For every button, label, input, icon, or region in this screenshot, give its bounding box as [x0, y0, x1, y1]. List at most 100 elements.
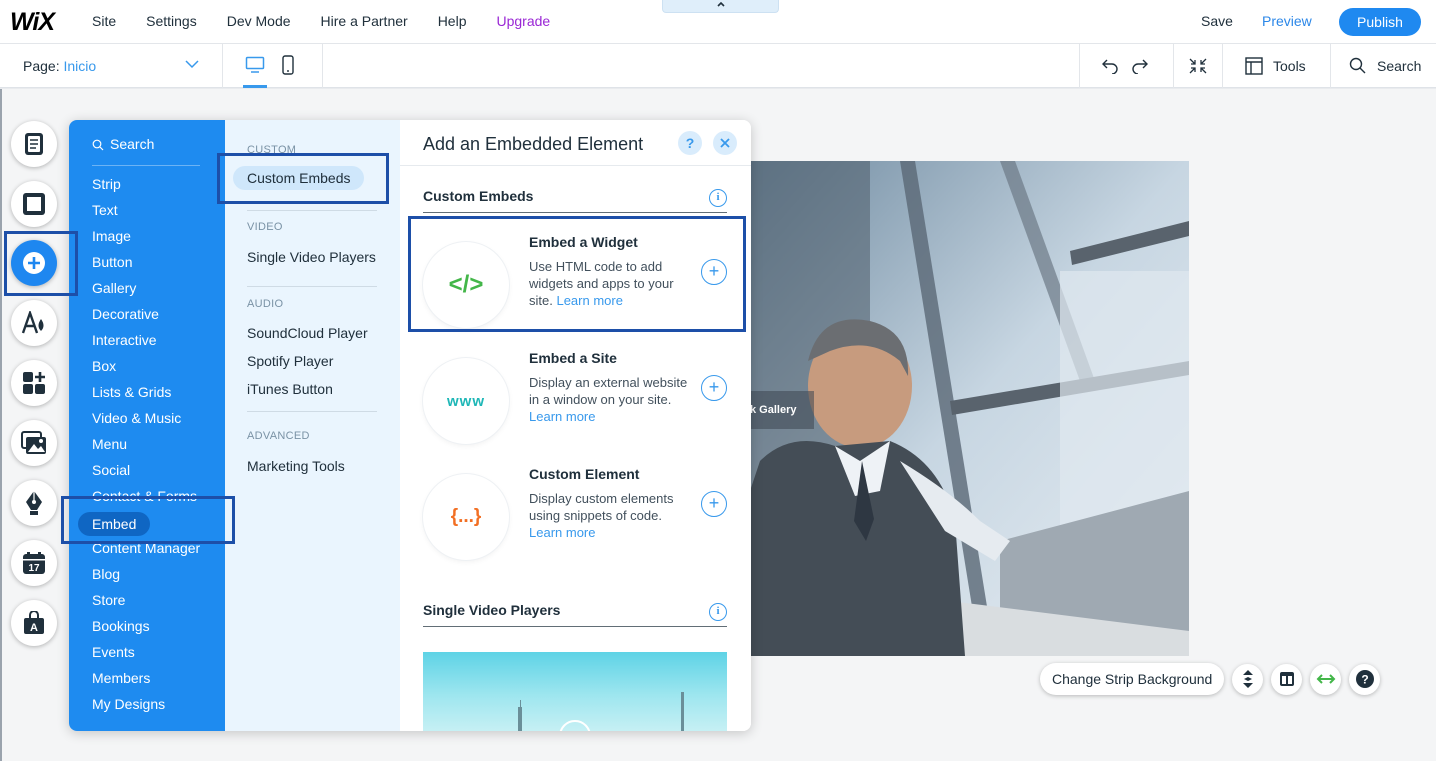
embed-site-title: Embed a Site	[529, 350, 617, 366]
add-embed-widget-button[interactable]: +	[701, 259, 727, 285]
top-bar: WiX Site Settings Dev Mode Hire a Partne…	[0, 0, 1436, 44]
video-player-thumbnail[interactable]	[423, 652, 727, 731]
stretch-button[interactable]	[1310, 663, 1342, 695]
marketing-tools-item[interactable]: Marketing Tools	[247, 458, 345, 474]
menu-upgrade[interactable]: Upgrade	[496, 13, 550, 29]
divider	[1330, 44, 1331, 88]
search-button[interactable]: Search	[1349, 57, 1421, 74]
category-interactive[interactable]: Interactive	[92, 330, 200, 356]
category-text[interactable]: Text	[92, 200, 200, 226]
store-button[interactable]: A	[11, 600, 57, 646]
code-icon: </>	[423, 242, 509, 328]
category-members[interactable]: Members	[92, 668, 200, 694]
category-list: Strip Text Image Button Gallery Decorati…	[78, 174, 200, 720]
spotify-player-item[interactable]: Spotify Player	[247, 353, 333, 369]
preview-button[interactable]: Preview	[1262, 13, 1312, 29]
code-icon-glyph: </>	[448, 271, 484, 298]
desktop-icon[interactable]	[245, 56, 265, 74]
category-video-music[interactable]: Video & Music	[92, 408, 200, 434]
strip-actions: Change Strip Background ?	[1040, 663, 1388, 695]
layers-button[interactable]	[1232, 663, 1264, 695]
category-decorative[interactable]: Decorative	[92, 304, 200, 330]
media-button[interactable]	[11, 420, 57, 466]
custom-element-learn-more[interactable]: Learn more	[529, 525, 595, 540]
panel-close-button[interactable]	[713, 131, 737, 155]
panel-title: Add an Embedded Element	[423, 134, 644, 154]
wix-logo[interactable]: WiX	[10, 8, 55, 37]
embed-site-learn-more[interactable]: Learn more	[529, 409, 595, 424]
single-video-players-item[interactable]: Single Video Players	[247, 249, 376, 265]
custom-embeds-item[interactable]: Custom Embeds	[233, 166, 365, 190]
divider	[400, 165, 751, 166]
www-icon-glyph: www	[446, 392, 485, 410]
bookings-day: 17	[28, 563, 40, 574]
redo-icon[interactable]	[1131, 58, 1149, 74]
menu-hire-partner[interactable]: Hire a Partner	[321, 13, 408, 29]
category-embed[interactable]: Embed	[78, 512, 200, 538]
panel-search[interactable]: Search	[92, 136, 200, 166]
office-man-image	[750, 161, 1189, 656]
category-content-manager[interactable]: Content Manager	[92, 538, 200, 564]
search-label: Search	[1377, 57, 1422, 74]
zoom-out-icon[interactable]	[1188, 57, 1208, 75]
add-embed-site-button[interactable]: +	[701, 375, 727, 401]
menu-settings[interactable]: Settings	[146, 13, 197, 29]
save-button[interactable]: Save	[1201, 13, 1233, 29]
mobile-icon[interactable]	[282, 55, 294, 75]
category-menu[interactable]: Menu	[92, 434, 200, 460]
undo-icon[interactable]	[1101, 58, 1119, 74]
custom-element-item[interactable]: {...} Custom Element Display custom elem…	[423, 466, 733, 566]
publish-button[interactable]: Publish	[1339, 8, 1421, 36]
category-button[interactable]: Button	[92, 252, 200, 278]
pages-button[interactable]	[11, 121, 57, 167]
menu-dev-mode[interactable]: Dev Mode	[227, 13, 291, 29]
add-button[interactable]	[11, 240, 57, 286]
category-box[interactable]: Box	[92, 356, 200, 382]
category-image[interactable]: Image	[92, 226, 200, 252]
strip-background-photo[interactable]	[750, 161, 1189, 656]
background-button[interactable]	[11, 181, 57, 227]
category-my-designs[interactable]: My Designs	[92, 694, 200, 720]
divider	[1079, 44, 1080, 88]
menu-help[interactable]: Help	[438, 13, 467, 29]
collapse-toolbar-tab[interactable]	[662, 0, 779, 13]
category-blog[interactable]: Blog	[92, 564, 200, 590]
category-store[interactable]: Store	[92, 590, 200, 616]
background-icon	[23, 193, 45, 215]
category-social[interactable]: Social	[92, 460, 200, 486]
category-lists-grids[interactable]: Lists & Grids	[92, 382, 200, 408]
category-strip[interactable]: Strip	[92, 174, 200, 200]
blog-button[interactable]	[11, 480, 57, 526]
divider	[1222, 44, 1223, 88]
add-custom-element-button[interactable]: +	[701, 491, 727, 517]
soundcloud-player-item[interactable]: SoundCloud Player	[247, 325, 368, 341]
help-icon: ?	[1355, 670, 1374, 688]
embed-widget-learn-more[interactable]: Learn more	[556, 293, 622, 308]
info-icon[interactable]: i	[709, 603, 727, 621]
layout-button[interactable]	[1271, 663, 1303, 695]
category-gallery[interactable]: Gallery	[92, 278, 200, 304]
panel-help-button[interactable]: ?	[678, 131, 702, 155]
info-icon[interactable]: i	[709, 189, 727, 207]
change-strip-background-button[interactable]: Change Strip Background	[1040, 663, 1225, 695]
itunes-button-item[interactable]: iTunes Button	[247, 381, 333, 397]
embed-widget-item[interactable]: </> Embed a Widget Use HTML code to add …	[423, 234, 733, 334]
page-selector[interactable]: Page: Inicio	[23, 58, 96, 74]
bookings-button[interactable]: 17	[11, 540, 57, 586]
bookings-icon: 17	[23, 552, 45, 574]
menu-site[interactable]: Site	[92, 13, 116, 29]
embed-site-item[interactable]: www Embed a Site Display an external web…	[423, 350, 733, 450]
stretch-icon	[1316, 674, 1336, 684]
theme-button[interactable]	[11, 300, 57, 346]
category-events[interactable]: Events	[92, 642, 200, 668]
chevron-down-icon[interactable]	[184, 56, 200, 72]
category-contact-forms[interactable]: Contact & Forms	[92, 486, 200, 512]
app-market-button[interactable]	[11, 360, 57, 406]
tools-button[interactable]: Tools	[1245, 57, 1306, 75]
divider	[1173, 44, 1174, 88]
category-bookings[interactable]: Bookings	[92, 616, 200, 642]
embed-site-desc-text: Display an external website in a window …	[529, 375, 688, 407]
search-icon	[1349, 57, 1366, 74]
help-button[interactable]: ?	[1349, 663, 1381, 695]
custom-element-title: Custom Element	[529, 466, 640, 482]
